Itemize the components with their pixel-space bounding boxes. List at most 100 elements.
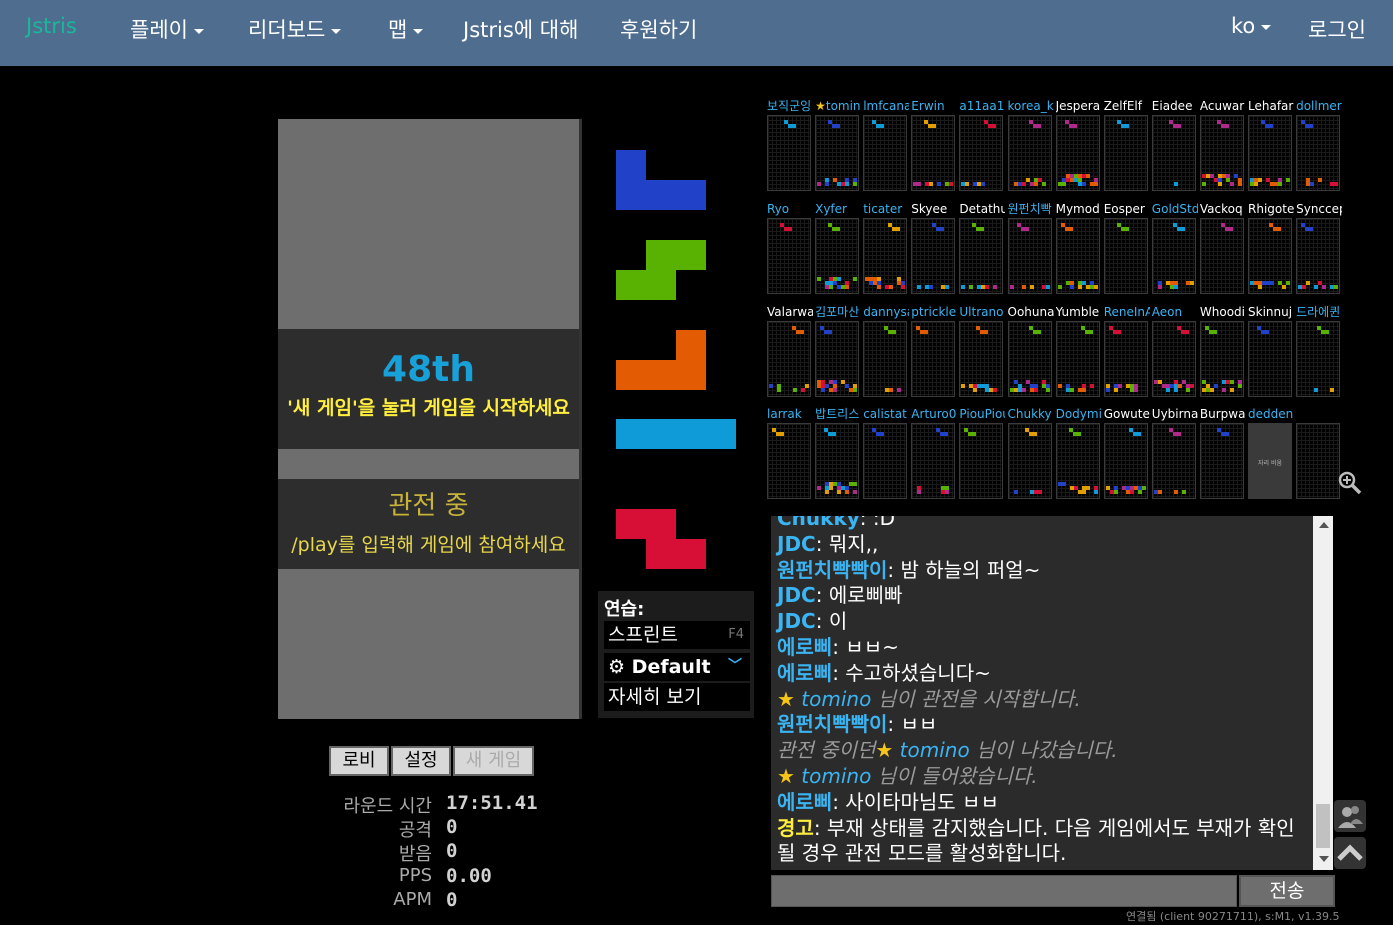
opponent-slot[interactable]: Detathu [959,202,1006,294]
opponent-slot[interactable]: Eiadee [1151,99,1196,191]
chat-input[interactable] [771,875,1237,907]
opponent-slot[interactable]: PiouPiou [959,407,1005,499]
block-cell [845,178,850,182]
chat-username[interactable]: tomino [801,764,871,788]
nav-login[interactable]: 로그인 [1308,14,1366,44]
chat-username[interactable]: tomino [900,738,970,762]
opponent-slot[interactable]: Burpwa [1199,407,1245,499]
opponent-slot[interactable]: korea_k [1007,99,1054,191]
chat-box[interactable]: Chukky: :D JDC: 뭐지,, 원펀치빡빡이: 밤 하늘의 퍼얼~ JDC:… [771,516,1333,870]
opponent-slot[interactable]: dannysa [863,305,909,397]
opponent-name-text: tomino [825,99,861,113]
opponent-slot[interactable]: Skyee [911,202,956,294]
chat-username[interactable]: 에로삐 [777,661,832,685]
opponent-slot[interactable]: 보직군잉 [767,99,812,191]
new-game-button[interactable]: 새 게임 [453,746,534,776]
opponent-slot[interactable]: Gowute [1103,407,1150,499]
opponent-slot[interactable]: 원펀치빡 [1007,202,1052,294]
opponent-slot[interactable]: Erwin [911,99,956,191]
opponent-slot[interactable]: larrak [767,407,811,499]
settings-button[interactable]: 설정 [391,746,451,776]
scroll-thumb[interactable] [1316,804,1330,848]
chat-username[interactable]: 원펀치빡빡이 [777,712,887,736]
opponent-slot[interactable]: 김포마산 [815,305,859,397]
block-cell [1037,490,1042,494]
opponent-slot[interactable]: Whoodi [1199,305,1245,397]
lobby-button[interactable]: 로비 [329,746,389,776]
opponent-slot[interactable]: GoldStd [1151,202,1198,294]
chat-username[interactable]: 에로삐 [777,790,832,814]
opponent-name: 보직군잉 [767,99,812,113]
opponent-slot[interactable]: 드라에퀸 [1296,305,1340,397]
opponent-slot[interactable]: ptrickle [911,305,956,397]
nav-maps[interactable]: 맵 [388,14,424,44]
chevron-up-icon[interactable] [1334,837,1366,869]
opponent-slot[interactable]: Xyfer [815,202,860,294]
opponent-slot[interactable]: Aeon [1151,305,1196,397]
nav-donate[interactable]: 후원하기 [620,14,697,44]
chat-username[interactable]: JDC [777,609,816,633]
nav-leaderboard[interactable]: 리더보드 [248,14,342,44]
opponent-slot[interactable]: Lehafar [1248,99,1293,191]
opponent-slot[interactable]: Ultrano [959,305,1003,397]
opponent-slot[interactable]: Acuwar [1199,99,1244,191]
brand-logo[interactable]: Jstris [26,14,77,38]
block-cell [845,182,850,186]
chat-send-button[interactable]: 전송 [1239,875,1335,907]
opponent-slot[interactable]: Mymod [1055,202,1100,294]
opponent-name: 밥트리스 [815,407,860,421]
chat-username[interactable]: tomino [801,687,871,711]
opponent-slot[interactable]: Skinnuj [1248,305,1292,397]
preset-select[interactable]: ⚙ Default ﹀ [604,653,750,681]
opponent-slot[interactable]: Chukky [1007,407,1052,499]
nav-play[interactable]: 플레이 [130,14,204,44]
chat-username[interactable]: JDC [777,532,816,556]
scroll-up-icon[interactable] [1319,522,1329,528]
block-cell [1278,281,1282,285]
opponent-slot[interactable]: Jespera [1055,99,1100,191]
nav-language[interactable]: ko [1231,14,1272,38]
opponent-slot[interactable]: 밥트리스 [815,407,860,499]
opponent-slot[interactable]: calistat [863,407,908,499]
chat-scrollbar[interactable] [1313,516,1333,870]
sprint-item[interactable]: 스프린트 F4 [604,621,750,649]
block-cell [1334,285,1339,289]
opponent-name: Ryo [767,202,790,216]
nav-about[interactable]: Jstris에 대해 [463,14,578,44]
opponent-slot[interactable]: ReneInA [1103,305,1150,397]
opponent-slot[interactable]: ticater [863,202,908,294]
more-link[interactable]: 자세히 보기 [604,683,750,711]
chat-username[interactable]: 원펀치빡빡이 [777,558,887,582]
opponent-slot[interactable] [1296,407,1341,499]
opponent-board [863,218,908,294]
block-cell [949,182,954,186]
scroll-down-icon[interactable] [1319,856,1329,862]
opponent-slot[interactable]: Eosper [1103,202,1148,294]
opponent-slot[interactable]: dedden 자리 비움 [1248,407,1293,499]
preset-label: Default [631,656,711,678]
opponent-slot[interactable]: Valarwa [767,305,813,397]
opponent-slot[interactable]: a11aa1 [959,99,1004,191]
users-icon[interactable] [1334,800,1366,832]
chat-username[interactable]: Chukky [777,516,860,530]
opponent-slot[interactable]: ZelfElf [1103,99,1148,191]
block-cell [1081,388,1086,392]
opponent-slot[interactable]: Yumble [1055,305,1100,397]
opponent-slot[interactable]: Arturo0 [911,407,956,499]
chat-username[interactable]: JDC [777,583,816,607]
opponent-slot[interactable]: ★tomino [815,99,861,191]
game-board[interactable]: 48th '새 게임'을 눌러 게임을 시작하세요 관전 중 /play를 입력… [278,119,582,719]
opponent-slot[interactable]: Vackoq [1199,202,1244,294]
opponent-name: GoldStd [1151,202,1198,216]
opponent-slot[interactable]: Oohuna [1007,305,1054,397]
opponent-slot[interactable]: dollmer [1296,99,1342,191]
opponent-slot[interactable]: Ryo [767,202,811,294]
opponent-slot[interactable]: Dodymi [1055,407,1102,499]
opponent-slot[interactable]: lmfcana [863,99,909,191]
opponent-slot[interactable]: Synccep [1296,202,1342,294]
opponent-slot[interactable]: Rhigote [1248,202,1294,294]
chat-username[interactable]: 에로삐 [777,635,832,659]
opponent-slot[interactable]: Uybirna [1151,407,1198,499]
opponent-name: Detathu [959,202,1006,216]
zoom-icon[interactable] [1337,470,1363,496]
